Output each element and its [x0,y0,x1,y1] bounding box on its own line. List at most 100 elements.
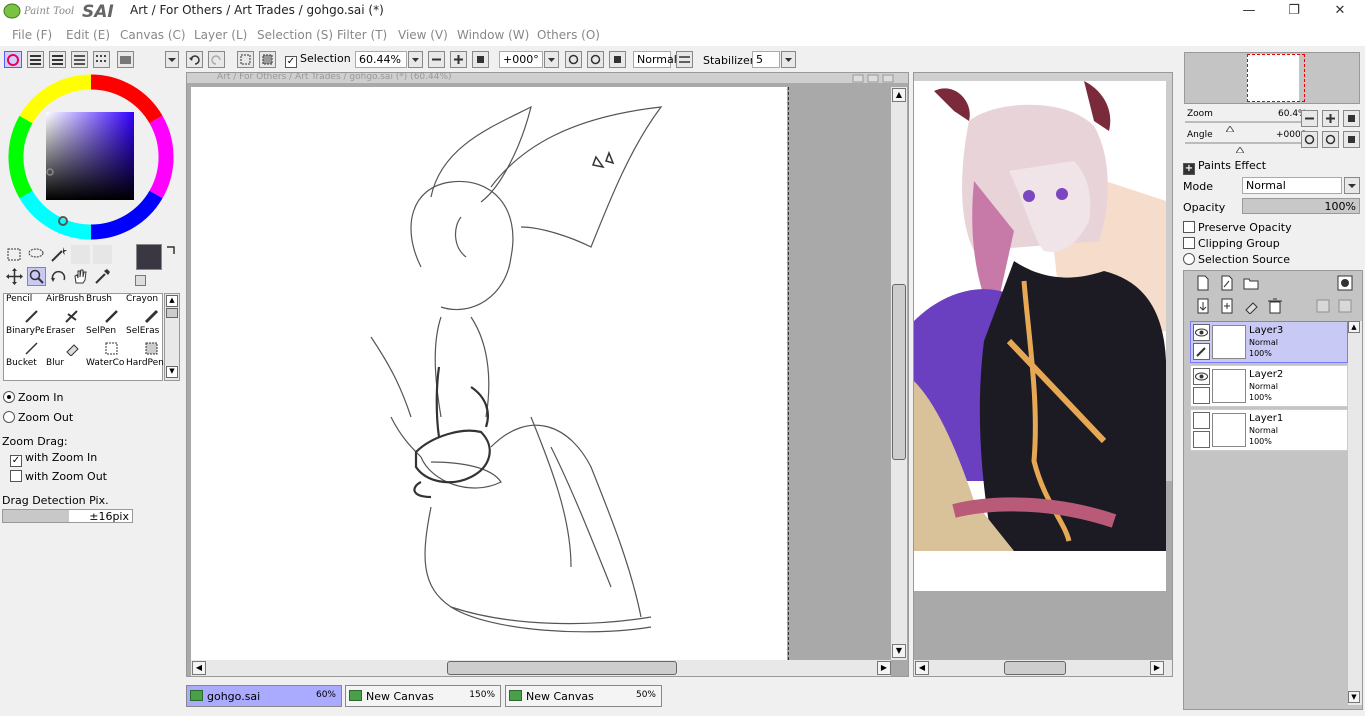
scroll-left-icon[interactable]: ◀ [192,661,206,675]
apply-mask-icon[interactable] [1315,298,1331,314]
brush-binarypen[interactable]: BinaryPe [4,326,44,358]
rect-select-icon[interactable] [5,245,24,264]
scroll-down-icon[interactable]: ▼ [166,366,178,378]
rgb-slider-tab-icon[interactable] [27,51,44,68]
secondary-horizontal-scrollbar[interactable]: ◀ ▶ [914,660,1172,676]
with-zoom-out-checkbox[interactable] [10,470,22,482]
color-mixer-tab-icon[interactable] [71,51,88,68]
with-zoom-out-option[interactable]: with Zoom Out [10,470,107,483]
new-layer-icon[interactable] [1195,275,1211,291]
magic-wand-icon[interactable] [49,245,68,264]
secondary-scroll-thumb[interactable] [1004,661,1066,675]
brush-airbrush[interactable]: AirBrush [44,294,84,326]
visibility-toggle[interactable] [1193,412,1210,429]
pen-lock-icon[interactable] [1193,343,1210,360]
visibility-eye-icon[interactable] [1193,368,1210,385]
color-wheel-tab-icon[interactable] [4,51,22,68]
selection-source-option[interactable]: Selection Source [1183,253,1290,266]
secondary-vertical-scrollbar[interactable] [1166,81,1172,481]
mode-dropdown-icon[interactable] [1344,177,1360,194]
brush-brush[interactable]: Brush [84,294,124,326]
nav-angle-slider[interactable] [1185,142,1305,144]
scroll-down-icon[interactable]: ▼ [892,644,906,658]
visibility-eye-icon[interactable] [1193,324,1210,341]
stabilizer-dropdown-icon[interactable] [781,51,796,68]
menu-canvas[interactable]: Canvas (C) [120,28,186,42]
vertical-scroll-thumb[interactable] [892,284,906,460]
stabilizer-input[interactable]: 5 [752,51,780,68]
new-linework-layer-icon[interactable] [1219,275,1235,291]
canvas-window-controls[interactable] [852,73,904,83]
scroll-right-icon[interactable]: ▶ [877,661,891,675]
primary-color-swatch[interactable] [136,244,162,270]
paints-effect-header[interactable]: + Paints Effect [1183,159,1266,175]
rotation-input[interactable]: +000° [499,51,543,68]
zoom-in-radio[interactable] [3,391,15,403]
navigator-viewport[interactable] [1247,54,1305,102]
menu-window[interactable]: Window (W) [457,28,529,42]
brush-pencil[interactable]: Pencil [4,294,44,326]
nav-rotate-right-icon[interactable] [1322,131,1339,148]
lasso-icon[interactable] [27,245,46,264]
selection-source-radio[interactable] [1183,253,1195,265]
nav-angle-slider-handle[interactable] [1235,143,1245,154]
menu-view[interactable]: View (V) [398,28,448,42]
zoom-tool-icon[interactable] [27,267,46,286]
flip-horizontal-icon[interactable] [676,51,693,68]
scroll-thumb[interactable] [166,308,178,318]
horizontal-scrollbar[interactable]: ◀ ▶ [191,660,891,676]
scroll-down-icon[interactable]: ▼ [1348,691,1360,703]
scratchpad-tab-icon[interactable] [117,51,134,68]
brush-eraser[interactable]: Eraser [44,326,84,358]
zoom-in-option[interactable]: Zoom In [3,391,63,404]
rotation-dropdown-icon[interactable] [544,51,559,68]
invert-selection-icon[interactable] [259,51,276,68]
transfer-down-icon[interactable] [1195,298,1211,314]
selection-checkbox[interactable]: ✓ [285,56,297,68]
delete-layer-icon[interactable] [1267,298,1283,314]
clear-layer-icon[interactable] [1243,298,1259,315]
deselect-icon[interactable] [237,51,254,68]
swatches-tab-icon[interactable] [93,51,110,68]
brush-bucket[interactable]: Bucket [4,358,44,382]
menu-layer[interactable]: Layer (L) [194,28,247,42]
preserve-opacity-option[interactable]: Preserve Opacity [1183,221,1292,234]
redo-icon[interactable] [208,51,225,68]
pen-lock-slot[interactable] [1193,387,1210,404]
move-icon[interactable] [5,267,24,286]
canvas-view-secondary[interactable]: ◀ ▶ [913,72,1173,677]
tab-new-canvas-2[interactable]: New Canvas 50% [505,685,662,707]
new-folder-icon[interactable] [1243,275,1259,291]
tab-new-canvas-1[interactable]: New Canvas 150% [345,685,501,707]
close-button[interactable]: ✕ [1325,2,1355,20]
expand-icon[interactable]: + [1183,163,1195,175]
scroll-right-icon[interactable]: ▶ [1150,661,1164,675]
zoom-dropdown-icon[interactable] [408,51,423,68]
opacity-slider[interactable]: 100% [1242,198,1360,214]
with-zoom-in-option[interactable]: ✓ with Zoom In [10,451,97,467]
zoom-out-icon[interactable] [428,51,445,68]
preserve-opacity-checkbox[interactable] [1183,221,1195,233]
nav-zoom-out-icon[interactable] [1301,110,1318,127]
selection-toggle[interactable]: ✓ Selection [285,52,351,68]
painting-canvas[interactable] [914,81,1166,591]
scroll-up-icon[interactable]: ▲ [166,295,178,307]
transparent-color-icon[interactable] [135,275,146,286]
menu-selection[interactable]: Selection (S) [257,28,333,42]
undo-icon[interactable] [186,51,203,68]
layer-row-layer1[interactable]: Layer1 Normal 100% [1190,409,1348,451]
rotate-tool-icon[interactable] [49,267,68,286]
clipping-group-checkbox[interactable] [1183,237,1195,249]
nav-zoom-slider[interactable] [1185,121,1305,123]
nav-zoom-reset-icon[interactable] [1343,110,1360,127]
zoom-reset-icon[interactable] [472,51,489,68]
rotate-reset-icon[interactable] [609,51,626,68]
mode-select[interactable]: Normal [1242,177,1342,194]
merge-down-icon[interactable] [1219,298,1235,314]
pen-lock-slot[interactable] [1193,431,1210,448]
layer-row-layer3[interactable]: Layer3 Normal 100% [1190,321,1348,363]
nav-zoom-slider-handle[interactable] [1225,122,1235,133]
menu-edit[interactable]: Edit (E) [66,28,110,42]
minimize-button[interactable]: — [1234,2,1264,20]
brush-watercolor[interactable]: WaterCo [84,358,124,382]
